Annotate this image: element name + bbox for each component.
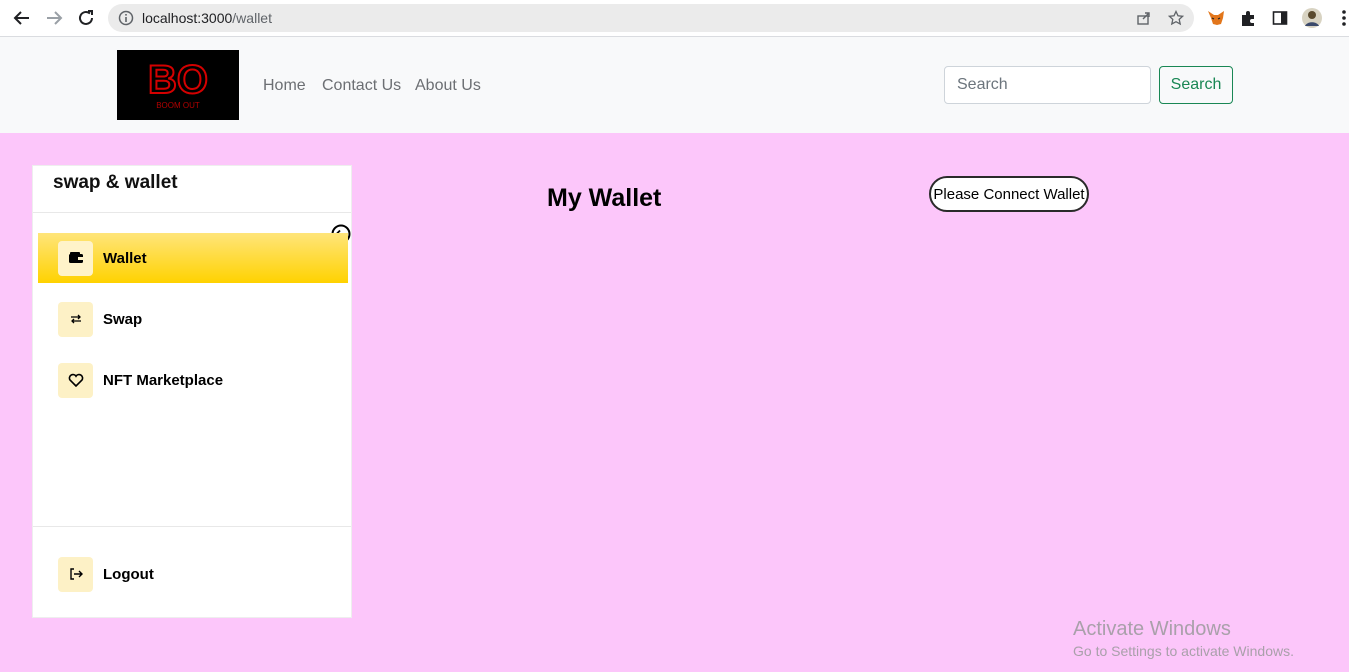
share-icon[interactable] [1136, 10, 1152, 31]
logout-label: Logout [103, 565, 154, 583]
swap-icon [58, 301, 93, 337]
brand-logo[interactable]: BO BOOM OUT [117, 50, 239, 120]
site-info-icon[interactable] [118, 10, 134, 31]
sidebar-item-swap[interactable]: Swap [38, 294, 348, 344]
url-host: localhost:3000 [142, 10, 233, 26]
sidebar-item-label: Wallet [103, 249, 147, 267]
logout-icon [58, 556, 93, 592]
back-arrow-icon[interactable] [10, 6, 34, 30]
forward-arrow-icon[interactable] [42, 6, 66, 30]
activation-watermark-title: Activate Windows [1073, 618, 1231, 640]
search-input[interactable] [944, 66, 1151, 104]
reload-icon[interactable] [74, 6, 98, 30]
kebab-menu-icon[interactable] [1333, 7, 1349, 29]
sidebar-divider [33, 526, 351, 527]
activation-watermark-subtitle: Go to Settings to activate Windows. [1073, 643, 1294, 659]
connect-wallet-button[interactable]: Please Connect Wallet [929, 176, 1089, 212]
sidebar-item-nft-marketplace[interactable]: NFT Marketplace [38, 355, 348, 405]
bookmark-star-icon[interactable] [1167, 9, 1185, 31]
sidebar-item-label: NFT Marketplace [103, 371, 224, 389]
side-panel-icon[interactable] [1269, 7, 1291, 29]
wallet-icon [58, 240, 93, 276]
address-bar[interactable]: localhost:3000/wallet [108, 4, 1194, 32]
sidebar-divider [33, 212, 351, 213]
site-navbar: BO BOOM OUT Home Contact Us About Us Sea… [0, 37, 1349, 133]
profile-avatar[interactable] [1301, 7, 1323, 29]
sidebar-item-wallet[interactable]: Wallet [38, 233, 348, 283]
address-url: localhost:3000/wallet [142, 10, 272, 26]
page-title: My Wallet [547, 184, 662, 212]
nav-about-link[interactable]: About Us [415, 77, 481, 95]
logo-subtext: BOOM OUT [156, 101, 200, 110]
sidebar-item-logout[interactable]: Logout [38, 549, 348, 599]
nav-home-link[interactable]: Home [263, 77, 306, 95]
heart-icon [58, 362, 93, 398]
sidebar-item-label: Swap [103, 310, 143, 328]
browser-toolbar: localhost:3000/wallet [0, 0, 1349, 37]
url-path: /wallet [232, 10, 272, 26]
metamask-fox-icon[interactable] [1205, 7, 1227, 29]
sidebar-title: swap & wallet [53, 172, 178, 193]
sidebar: swap & wallet Wallet Swap NFT Marketplac… [32, 165, 352, 618]
extensions-puzzle-icon[interactable] [1237, 7, 1259, 29]
search-button[interactable]: Search [1159, 66, 1233, 104]
logo-text: BO [148, 58, 208, 102]
nav-contact-link[interactable]: Contact Us [322, 77, 401, 95]
